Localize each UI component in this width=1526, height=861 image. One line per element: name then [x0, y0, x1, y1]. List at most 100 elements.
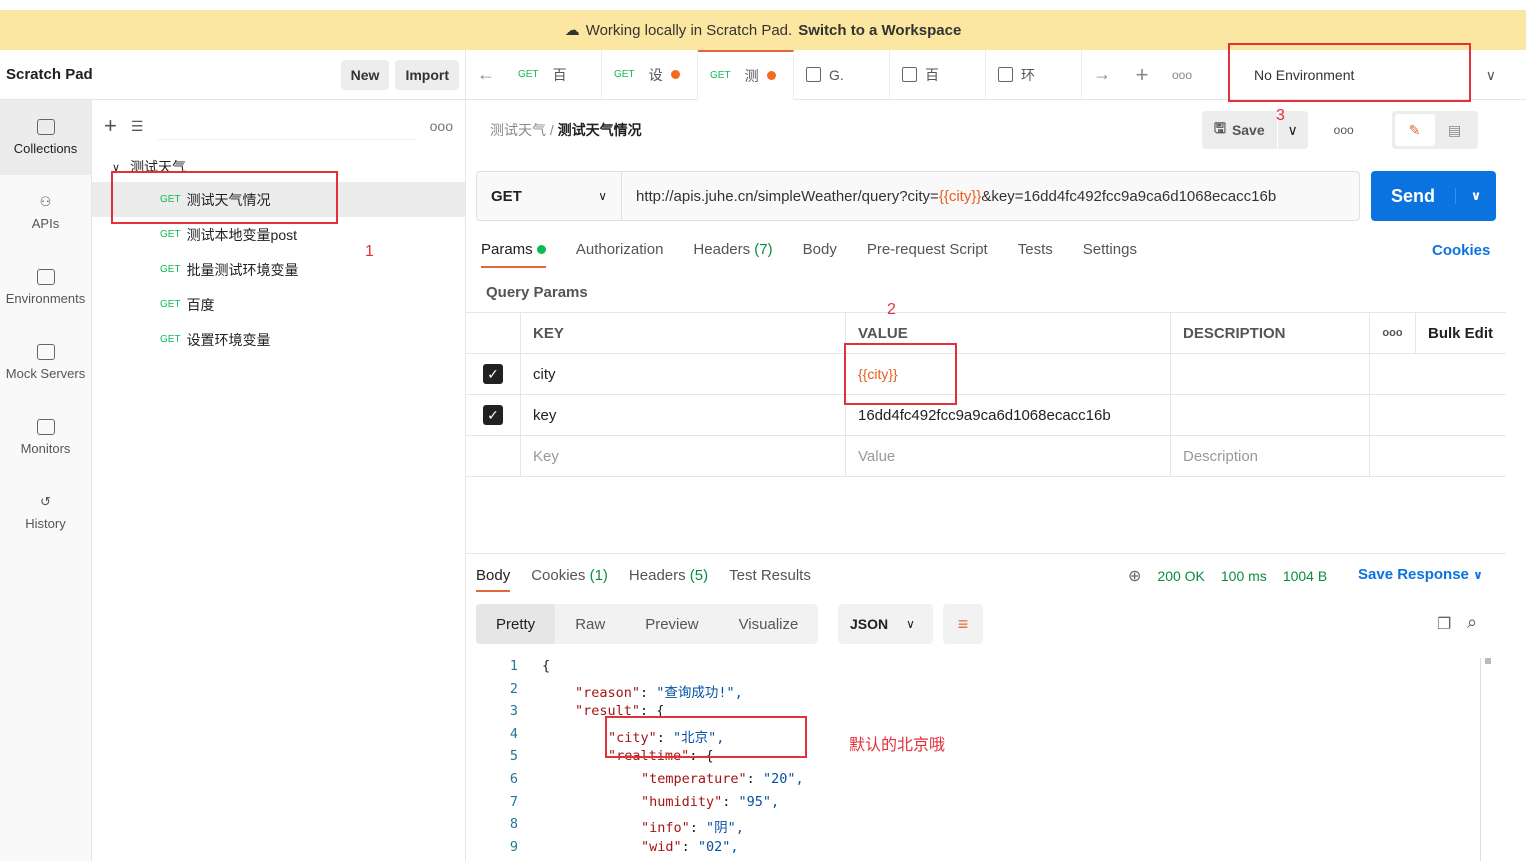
json-key: "wid" [641, 838, 682, 855]
save-toolbar: 🖫 Save ∨ ooo ✎ ▤ [1202, 111, 1478, 149]
chevron-down-icon: ∨ [598, 189, 607, 203]
response-status: ⊕ 200 OK 100 ms 1004 B [1128, 566, 1328, 586]
line-number: 2 [509, 680, 518, 697]
format-raw[interactable]: Raw [555, 604, 625, 644]
add-icon[interactable]: + [104, 113, 117, 139]
tab-request[interactable]: GET 百 [506, 49, 602, 100]
tab-environment[interactable]: 环 [986, 49, 1082, 100]
line-number: 5 [509, 748, 518, 765]
line-number: 7 [509, 793, 518, 810]
format-pretty[interactable]: Pretty [476, 604, 556, 644]
rail-history[interactable]: ↺ History [0, 475, 91, 550]
edit-icon[interactable]: ✎ [1394, 114, 1435, 146]
more-icon[interactable]: ooo [1370, 313, 1416, 353]
import-button[interactable]: Import [395, 59, 459, 90]
response-tabs: Body Cookies (1) Headers (5) Test Result… [466, 553, 1506, 597]
copy-icon[interactable]: ❐ [1437, 614, 1451, 634]
annotation-label: 2 [887, 301, 896, 318]
new-tab-icon[interactable]: + [1122, 62, 1162, 88]
tab-pre-request-script[interactable]: Pre-request Script [867, 241, 988, 268]
comment-icon[interactable]: ▤ [1435, 122, 1475, 139]
tab-test-results[interactable]: Test Results [729, 567, 811, 584]
annotation-box [844, 343, 957, 405]
tab-settings[interactable]: Settings [1083, 241, 1137, 268]
rail-apis[interactable]: ⚇ APIs [0, 175, 91, 250]
query-params-title: Query Params [486, 284, 588, 301]
checkbox[interactable]: ✓ [483, 364, 503, 384]
code-line: { [542, 658, 550, 674]
code-line: "humidity": "95", [641, 793, 780, 810]
language-select[interactable]: JSON ∨ [838, 604, 933, 644]
chevron-down-icon[interactable]: ∨ [1455, 188, 1496, 204]
globe-icon[interactable]: ⊕ [1128, 566, 1141, 586]
format-visualize[interactable]: Visualize [719, 604, 819, 644]
environments-icon [36, 269, 55, 285]
tab-environment[interactable]: 百 [890, 49, 986, 100]
url-bar: GET ∨ http://apis.juhe.cn/simpleWeather/q… [476, 171, 1360, 221]
save-icon: 🖫 [1214, 120, 1226, 136]
tab-tests[interactable]: Tests [1018, 241, 1053, 268]
more-icon[interactable]: ooo [1334, 123, 1354, 137]
more-icon[interactable]: ooo [430, 118, 453, 134]
table-row: ✓ key 16dd4fc492fcc9a9ca6d1068ecacc16b [466, 395, 1506, 436]
bulk-edit-button[interactable]: Bulk Edit [1416, 313, 1506, 353]
rail-environments[interactable]: Environments [0, 250, 91, 325]
tab-response-headers[interactable]: Headers (5) [629, 567, 708, 584]
new-button[interactable]: New [340, 59, 390, 90]
json-value: "查询成功!", [656, 684, 743, 701]
url-input[interactable]: http://apis.juhe.cn/simpleWeather/query?… [622, 172, 1276, 220]
tab-headers[interactable]: Headers (7) [693, 241, 772, 268]
scrollbar-thumb[interactable] [1485, 658, 1491, 664]
json-value: "20", [762, 771, 804, 787]
search-icon[interactable]: ⌕ [1467, 612, 1477, 633]
more-icon[interactable]: ooo [1162, 68, 1202, 82]
tab-environment[interactable]: G. [794, 49, 890, 100]
list-item[interactable]: GET 百度 [92, 287, 465, 322]
line-number: 9 [509, 838, 518, 855]
sidebar-header: Scratch Pad New Import [0, 50, 466, 100]
checkbox[interactable]: ✓ [483, 405, 503, 425]
tab-params[interactable]: Params [481, 241, 546, 268]
annotation-box [1228, 43, 1471, 102]
format-preview[interactable]: Preview [625, 604, 718, 644]
save-button[interactable]: 🖫 Save [1202, 111, 1277, 149]
code-line: "reason": "查询成功!", [575, 684, 743, 701]
save-response-button[interactable]: Save Response ∨ [1358, 566, 1483, 583]
cloud-off-icon: ☁ [564, 22, 580, 39]
annotation-box [111, 171, 338, 224]
wrap-lines-icon[interactable]: ≡ [943, 604, 983, 644]
params-table: KEY VALUE DESCRIPTION ooo Bulk Edit ✓ ci… [466, 312, 1506, 477]
arrow-left-icon[interactable]: ← [466, 64, 506, 85]
rail-mock-servers[interactable]: Mock Servers [0, 325, 91, 400]
cookies-link[interactable]: Cookies [1432, 242, 1490, 259]
tab-response-body[interactable]: Body [476, 567, 511, 592]
filter-icon[interactable]: ☰ [131, 118, 144, 135]
chevron-down-icon: ∨ [1473, 568, 1483, 582]
rail-monitors[interactable]: Monitors [0, 400, 91, 475]
tab-request-active[interactable]: GET 测 [698, 49, 794, 100]
code-line: "temperature": "20", [641, 771, 804, 787]
tab-body[interactable]: Body [803, 241, 837, 268]
code-line: "info": "阴", [641, 820, 744, 837]
breadcrumb: 测试天气 / 测试天气情况 [490, 122, 642, 138]
tab-request[interactable]: GET 设 [602, 49, 698, 100]
list-item[interactable]: GET 批量测试环境变量 [92, 252, 465, 287]
line-number: 4 [509, 725, 518, 742]
method-select[interactable]: GET ∨ [477, 172, 622, 220]
rail-collections[interactable]: Collections [0, 100, 91, 175]
annotation-box [605, 716, 807, 758]
search-input[interactable] [157, 112, 416, 140]
send-button[interactable]: Send ∨ [1371, 171, 1496, 221]
arrow-right-icon[interactable]: → [1082, 64, 1122, 85]
chevron-down-icon: ∨ [1485, 66, 1496, 83]
json-key: "humidity" [641, 793, 723, 810]
request-subtabs: Params Authorization Headers (7) Body Pr… [481, 241, 1137, 268]
tab-response-cookies[interactable]: Cookies (1) [531, 567, 608, 584]
top-strip [0, 0, 1526, 10]
tab-authorization[interactable]: Authorization [576, 241, 664, 268]
history-icon: ↺ [40, 494, 51, 509]
scrollbar[interactable] [1480, 658, 1481, 861]
annotation-label: 3 [1276, 107, 1285, 124]
list-item[interactable]: GET 设置环境变量 [92, 322, 465, 357]
switch-workspace-link[interactable]: Switch to a Workspace [798, 22, 961, 39]
